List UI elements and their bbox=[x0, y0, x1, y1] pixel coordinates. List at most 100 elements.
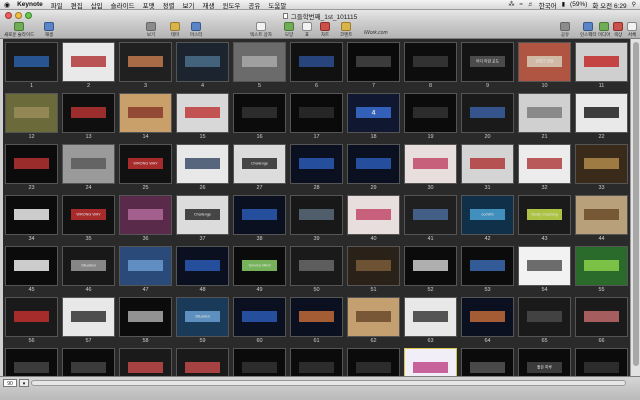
slide-thumbnail[interactable]: 73 bbox=[345, 346, 402, 376]
view-toggle-button[interactable]: ▾ bbox=[19, 379, 29, 387]
slide-thumbnail[interactable]: 17 bbox=[288, 91, 345, 141]
slide-thumbnail[interactable]: 15 bbox=[174, 91, 231, 141]
slide-thumbnail[interactable]: 50 bbox=[288, 244, 345, 294]
menu-file[interactable]: 파일 bbox=[51, 0, 63, 10]
slide-thumbnail[interactable]: 41 bbox=[402, 193, 459, 243]
view-button[interactable]: 보기 bbox=[146, 22, 156, 38]
media-button[interactable]: 미디어 bbox=[598, 22, 610, 38]
slide-thumbnail[interactable]: 38 bbox=[231, 193, 288, 243]
slide-thumbnail[interactable]: 44 bbox=[573, 193, 630, 243]
slide-thumbnail[interactable]: Study Coaching 43 bbox=[516, 193, 573, 243]
slide-thumbnail[interactable]: Situation 46 bbox=[60, 244, 117, 294]
play-button[interactable]: 재생 bbox=[44, 22, 54, 38]
slide-thumbnail[interactable]: 66 bbox=[573, 295, 630, 345]
slide-thumbnail[interactable]: 8 bbox=[402, 40, 459, 90]
slide-thumbnail[interactable]: 69 bbox=[117, 346, 174, 376]
minimize-window-button[interactable] bbox=[15, 12, 22, 19]
slide-thumbnail[interactable]: cooWS 42 bbox=[459, 193, 516, 243]
slide-thumbnail[interactable]: 70 bbox=[174, 346, 231, 376]
slide-thumbnail[interactable]: 19 bbox=[402, 91, 459, 141]
menu-share[interactable]: 공유 bbox=[248, 0, 260, 10]
slide-thumbnail[interactable]: 39 bbox=[288, 193, 345, 243]
volume-icon[interactable]: ♬ bbox=[528, 2, 534, 8]
slide-thumbnail[interactable]: 53 bbox=[459, 244, 516, 294]
slide-thumbnail[interactable]: 4 bbox=[174, 40, 231, 90]
menu-help[interactable]: 도움말 bbox=[268, 0, 286, 10]
chart-button[interactable]: 차트 bbox=[320, 22, 330, 38]
slide-thumbnail[interactable]: 11 bbox=[573, 40, 630, 90]
slide-thumbnail[interactable]: 75 bbox=[459, 346, 516, 376]
slide-thumbnail[interactable]: 55 bbox=[573, 244, 630, 294]
slide-thumbnail[interactable]: 29 bbox=[345, 142, 402, 192]
slide-thumbnail[interactable]: Situation 59 bbox=[174, 295, 231, 345]
slide-thumbnail[interactable]: 30 bbox=[402, 142, 459, 192]
slide-thumbnail[interactable]: 64 bbox=[459, 295, 516, 345]
zoom-field[interactable]: 90 bbox=[3, 379, 17, 387]
bluetooth-icon[interactable]: ⁂ bbox=[508, 1, 514, 8]
close-window-button[interactable] bbox=[5, 12, 12, 19]
slide-thumbnail[interactable]: 36 bbox=[117, 193, 174, 243]
menu-insert[interactable]: 삽입 bbox=[91, 0, 103, 10]
slide-thumbnail[interactable]: 26 bbox=[174, 142, 231, 192]
menu-view[interactable]: 보기 bbox=[183, 0, 195, 10]
slide-thumbnail[interactable]: 56 bbox=[3, 295, 60, 345]
new-slide-button[interactable]: 새로운 슬라이드 bbox=[4, 22, 34, 38]
slide-thumbnail[interactable]: 34 bbox=[3, 193, 60, 243]
slide-thumbnail[interactable]: 51 bbox=[345, 244, 402, 294]
slide-thumbnail[interactable]: 어디 이런 곳도 9 bbox=[459, 40, 516, 90]
slide-thumbnail[interactable]: 1 bbox=[3, 40, 60, 90]
slide-thumbnail[interactable]: 48 bbox=[174, 244, 231, 294]
slide-thumbnail[interactable]: Service Mind 49 bbox=[231, 244, 288, 294]
slide-thumbnail[interactable]: 13 bbox=[60, 91, 117, 141]
slide-thumbnail[interactable]: 68 bbox=[60, 346, 117, 376]
slide-thumbnail[interactable]: 4 18 bbox=[345, 91, 402, 141]
slide-thumbnail[interactable]: Challenge 37 bbox=[174, 193, 231, 243]
menu-window[interactable]: 윈도우 bbox=[222, 0, 240, 10]
text-box-button[interactable]: 텍스트 상자 bbox=[250, 22, 272, 38]
slide-thumbnail[interactable]: 21 bbox=[516, 91, 573, 141]
slide-thumbnail[interactable]: 좋은 하루76 bbox=[516, 346, 573, 376]
slide-thumbnail[interactable]: 7 bbox=[345, 40, 402, 90]
slide-thumbnail[interactable]: 62 bbox=[345, 295, 402, 345]
slide-thumbnail[interactable]: 74 bbox=[402, 346, 459, 376]
slide-thumbnail[interactable]: 77 bbox=[573, 346, 630, 376]
slide-thumbnail[interactable]: 16 bbox=[231, 91, 288, 141]
slide-thumbnail[interactable]: 5 bbox=[231, 40, 288, 90]
menu-format[interactable]: 포맷 bbox=[143, 0, 155, 10]
slide-thumbnail[interactable]: WRONG WAY 25 bbox=[117, 142, 174, 192]
apple-menu-icon[interactable]: ◉ bbox=[4, 1, 10, 9]
slide-thumbnail[interactable]: 52 bbox=[402, 244, 459, 294]
slide-thumbnail[interactable]: 31 bbox=[459, 142, 516, 192]
fonts-button[interactable]: 서체 bbox=[627, 22, 637, 38]
vertical-scroll-thumb[interactable] bbox=[633, 42, 639, 366]
slide-thumbnail[interactable]: 24 bbox=[60, 142, 117, 192]
app-menu-keynote[interactable]: Keynote bbox=[17, 1, 43, 8]
spotlight-icon[interactable]: ⚲ bbox=[632, 1, 636, 8]
slide-thumbnail[interactable]: 14 bbox=[117, 91, 174, 141]
share-button[interactable]: 공유 bbox=[560, 22, 570, 38]
menu-slide[interactable]: 슬라이드 bbox=[111, 0, 135, 10]
slide-thumbnail[interactable]: 47 bbox=[117, 244, 174, 294]
slide-thumbnail[interactable]: 63 bbox=[402, 295, 459, 345]
slide-thumbnail[interactable]: 12 bbox=[3, 91, 60, 141]
menu-arrange[interactable]: 정렬 bbox=[163, 0, 175, 10]
wifi-icon[interactable]: ≈ bbox=[519, 2, 522, 8]
zoom-window-button[interactable] bbox=[25, 12, 32, 19]
horizontal-scrollbar[interactable] bbox=[31, 380, 626, 386]
slide-thumbnail[interactable]: 관점의 전환 10 bbox=[516, 40, 573, 90]
slide-thumbnail[interactable]: 40 bbox=[345, 193, 402, 243]
slide-thumbnail[interactable]: 65 bbox=[516, 295, 573, 345]
slide-thumbnail[interactable]: 58 bbox=[117, 295, 174, 345]
masters-button[interactable]: 마스터 bbox=[190, 22, 202, 38]
slide-thumbnail[interactable]: 23 bbox=[3, 142, 60, 192]
slide-thumbnail[interactable]: 57 bbox=[60, 295, 117, 345]
vertical-scrollbar[interactable] bbox=[630, 39, 640, 376]
language-indicator[interactable]: 한국어 bbox=[539, 0, 557, 10]
slide-thumbnail[interactable]: 71 bbox=[231, 346, 288, 376]
slide-thumbnail[interactable]: Challenge 27 bbox=[231, 142, 288, 192]
slide-thumbnail[interactable]: 20 bbox=[459, 91, 516, 141]
slide-thumbnail[interactable]: 3 bbox=[117, 40, 174, 90]
comment-button[interactable]: 코멘트 bbox=[340, 22, 352, 38]
shapes-button[interactable]: 모양 bbox=[284, 22, 294, 38]
slide-thumbnail[interactable]: 60 bbox=[231, 295, 288, 345]
